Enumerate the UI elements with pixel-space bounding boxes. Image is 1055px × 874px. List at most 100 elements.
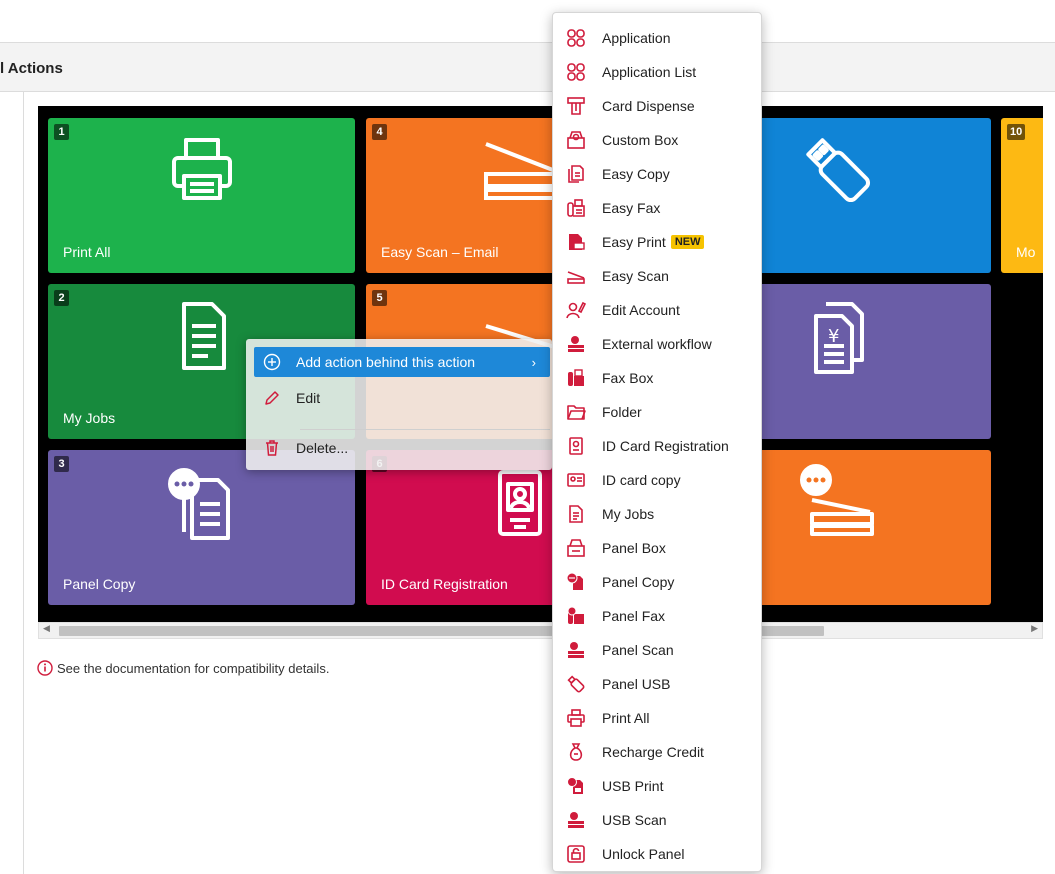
action-option[interactable]: Fax Box (553, 361, 761, 395)
id-card-registration-icon (566, 436, 586, 456)
action-option[interactable]: Card Dispense (553, 89, 761, 123)
panel-copy-icon (167, 468, 230, 540)
horizontal-scrollbar[interactable]: ◀ ▶ (38, 622, 1043, 639)
tile-label: Easy Scan – Email (381, 244, 499, 260)
unlock-panel-icon (566, 844, 586, 864)
tile-number: 2 (54, 290, 69, 306)
easy-fax-icon (566, 198, 586, 218)
action-option-label: Application List (602, 64, 697, 80)
action-option-label: USB Print (602, 778, 664, 794)
menu-edit[interactable]: Edit (254, 383, 550, 413)
id-card-icon (497, 470, 542, 536)
action-option[interactable]: Application (553, 21, 761, 55)
action-option[interactable]: USB Scan (553, 803, 761, 837)
action-option-label: USB Scan (602, 812, 667, 828)
menu-item-label: Delete... (296, 440, 349, 456)
fax-box-icon (566, 368, 586, 388)
action-option[interactable]: Recharge Credit (553, 735, 761, 769)
action-option-label: External workflow (602, 336, 712, 352)
action-option-label: Card Dispense (602, 98, 695, 114)
action-option-label: Panel Copy (602, 574, 675, 590)
action-option[interactable]: ID Card Registration (553, 429, 761, 463)
tile-label: My Jobs (63, 410, 116, 426)
action-option[interactable]: ID card copy (553, 463, 761, 497)
info-icon (37, 660, 53, 676)
action-option[interactable]: Panel Fax (553, 599, 761, 633)
action-option-label: Print All (602, 710, 650, 726)
menu-add-action-behind[interactable]: Add action behind this action › (254, 347, 550, 377)
action-option-label: Recharge Credit (602, 744, 704, 760)
action-option[interactable]: Print All (553, 701, 761, 735)
tile-number: 5 (372, 290, 387, 306)
panel-scan-icon (566, 640, 586, 660)
menu-item-label: Add action behind this action (296, 354, 476, 370)
action-option-label: Panel Fax (602, 608, 666, 624)
action-option[interactable]: Easy Copy (553, 157, 761, 191)
tile-label: Mo (1016, 244, 1036, 260)
action-option[interactable]: Panel Scan (553, 633, 761, 667)
scroll-left-icon[interactable]: ◀ (43, 624, 50, 634)
action-option[interactable]: Easy Print NEW (553, 225, 761, 259)
menu-delete[interactable]: Delete... (254, 433, 550, 463)
tile-more[interactable]: 10 Mo (1001, 118, 1043, 273)
action-option-label: Easy Copy (602, 166, 670, 182)
action-option-label: Panel Box (602, 540, 666, 556)
external-workflow-icon (566, 334, 586, 354)
action-option[interactable]: Folder (553, 395, 761, 429)
menu-item-label: Edit (296, 390, 321, 406)
easy-copy-icon (566, 164, 586, 184)
trash-icon (262, 438, 282, 458)
action-option-label: Custom Box (602, 132, 679, 148)
new-badge: NEW (670, 235, 705, 249)
action-option[interactable]: My Jobs (553, 497, 761, 531)
folder-icon (566, 402, 586, 422)
action-option[interactable]: External workflow (553, 327, 761, 361)
action-option-label: Unlock Panel (602, 846, 685, 862)
action-option[interactable]: Panel Copy (553, 565, 761, 599)
action-option[interactable]: Unlock Panel (553, 837, 761, 871)
action-option[interactable]: Edit Account (553, 293, 761, 327)
scroll-right-icon[interactable]: ▶ (1031, 624, 1038, 634)
action-option-label: Edit Account (602, 302, 680, 318)
action-option[interactable]: Custom Box (553, 123, 761, 157)
action-option-label: My Jobs (602, 506, 655, 522)
action-option-label: Panel Scan (602, 642, 674, 658)
panel-copy-icon (566, 572, 586, 592)
custom-box-icon (566, 130, 586, 150)
action-option[interactable]: Easy Scan (553, 259, 761, 293)
action-option[interactable]: Easy Fax (553, 191, 761, 225)
copy-id-icon: ¥ (813, 302, 864, 374)
printer-icon (171, 138, 232, 200)
tile-label: ID Card Registration (381, 576, 508, 592)
panel-fax-icon (566, 606, 586, 626)
action-option[interactable]: USB Print (553, 769, 761, 803)
application-list-icon (566, 62, 586, 82)
my-jobs-icon (566, 504, 586, 524)
tile-label: Print All (63, 244, 111, 260)
action-option[interactable]: Panel USB (553, 667, 761, 701)
document-icon (181, 302, 226, 370)
panel-usb-icon (566, 674, 586, 694)
compatibility-note: See the documentation for compatibility … (37, 660, 329, 676)
action-option[interactable]: Application List (553, 55, 761, 89)
tile-number: 3 (54, 456, 69, 472)
action-option[interactable]: Panel Box (553, 531, 761, 565)
tile-number: 1 (54, 124, 69, 140)
section-header (0, 43, 1055, 92)
card-dispense-icon (566, 96, 586, 116)
compatibility-note-text: See the documentation for compatibility … (57, 660, 330, 676)
edit-account-icon (566, 300, 586, 320)
action-option-label: Fax Box (602, 370, 654, 386)
menu-divider (300, 429, 550, 430)
application-icon (566, 28, 586, 48)
action-option-label: Application (602, 30, 671, 46)
action-option-label: Easy Fax (602, 200, 661, 216)
action-option-label: ID card copy (602, 472, 681, 488)
tile-print-all[interactable]: 1 Print All (48, 118, 355, 273)
recharge-credit-icon (566, 742, 586, 762)
action-option-label: Folder (602, 404, 642, 420)
tile-panel-copy[interactable]: 3 Panel Copy (48, 450, 355, 605)
tile-number: 4 (372, 124, 387, 140)
svg-text:¥: ¥ (828, 326, 839, 347)
tile-context-menu: Add action behind this action › Edit Del… (246, 339, 552, 470)
